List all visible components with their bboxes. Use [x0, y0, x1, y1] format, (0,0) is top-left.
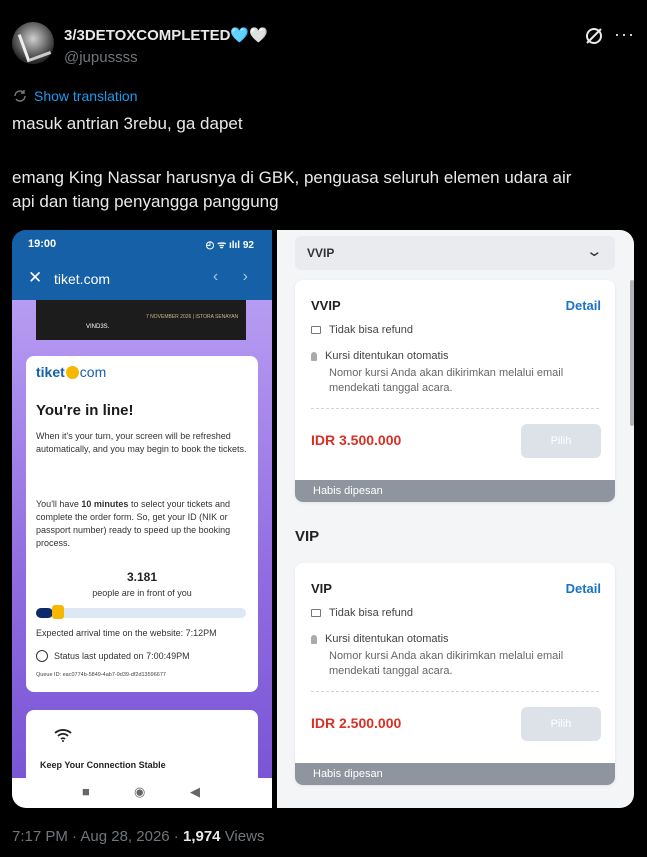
eta-text: Expected arrival time on the website: 7:… — [36, 628, 217, 638]
queue-count: 3.181 — [126, 570, 158, 584]
display-name[interactable]: 3/3DETOXCOMPLETED🩵🤍 — [64, 26, 268, 44]
p2-pre: You'll have — [36, 499, 82, 509]
category-dropdown[interactable]: VVIP ⌄ — [295, 236, 615, 270]
dropdown-value: VVIP — [307, 246, 335, 260]
status-icons: ◴ ᯤ ılıl 92 — [205, 240, 254, 251]
brand-com: com — [79, 364, 107, 380]
refund-text: Tidak bisa refund — [329, 607, 413, 619]
sold-out-banner: Habis dipesan — [295, 480, 615, 502]
tiket-logo: tiket com — [36, 364, 106, 380]
ticket-name: VIP — [311, 581, 332, 596]
event-banner: 7 NOVEMBER 2026 | ISTORA SENAYAN VIND3S. — [36, 300, 246, 340]
ticket-card-vip: VIP Detail Tidak bisa refund Kursi diten… — [295, 563, 615, 785]
status-updated: Status last updated on 7:00:49PM — [36, 650, 190, 662]
browser-bar: ✕ tiket.com ‹ › — [12, 258, 272, 300]
tweet-media[interactable]: 19:00 ◴ ᯤ ılıl 92 ✕ tiket.com ‹ › 7 NOVE… — [12, 230, 634, 808]
more-icon[interactable]: ··· — [614, 24, 635, 45]
tweet-header: 3/3DETOXCOMPLETED🩵🤍 @jupussss ··· — [12, 22, 635, 72]
connection-label: Keep Your Connection Stable — [40, 760, 166, 770]
sold-out-banner: Habis dipesan — [295, 763, 615, 785]
tweet-meta: 7:17 PM · Aug 28, 2026 · 1,974 Views — [12, 828, 265, 845]
queue-title: You're in line! — [36, 402, 134, 419]
seat-text: Kursi ditentukan otomatis — [325, 633, 449, 645]
android-nav-bar: ■ ◉ ◀ — [12, 778, 272, 808]
progress-thumb-icon — [52, 605, 64, 619]
pilih-button[interactable]: Pilih — [521, 424, 601, 458]
queue-id: Queue ID: eac0774b-5849-4ab7-9d39-df2d13… — [36, 672, 166, 678]
queue-count-label: people are in front of you — [92, 588, 192, 598]
phone-screenshot[interactable]: 19:00 ◴ ᯤ ılıl 92 ✕ tiket.com ‹ › 7 NOVE… — [12, 230, 272, 808]
banner-text: 7 NOVEMBER 2026 | ISTORA SENAYAN — [146, 314, 239, 320]
queue-progress-bar — [36, 605, 246, 619]
views-count: 1,974 — [182, 828, 221, 845]
brand-dot-icon — [65, 366, 79, 379]
chevron-down-icon: ⌄ — [585, 243, 604, 260]
seat-subtext: Nomor kursi Anda akan dikirimkan melalui… — [329, 367, 564, 394]
ticket-price: IDR 2.500.000 — [311, 715, 402, 731]
browser-url: tiket.com — [54, 271, 111, 287]
wifi-icon — [54, 728, 72, 745]
user-handle[interactable]: @jupussss — [64, 49, 138, 66]
globe-icon — [36, 650, 48, 662]
display-name-text[interactable]: 3/3DETOXCOMPLETED — [64, 27, 230, 44]
nav-arrows-icon[interactable]: ‹ › — [213, 268, 258, 286]
refund-row: Tidak bisa refund — [311, 324, 413, 336]
detail-link[interactable]: Detail — [566, 298, 601, 313]
back-icon[interactable]: ◀ — [190, 784, 200, 800]
tweet-text-line2: emang King Nassar harusnya di GBK, pengu… — [12, 168, 572, 187]
grok-icon[interactable] — [584, 26, 604, 46]
refund-text: Tidak bisa refund — [329, 324, 413, 336]
banner-logo: VIND3S. — [86, 324, 110, 330]
ticket-name: VVIP — [311, 298, 341, 313]
show-translation-link[interactable]: Show translation — [12, 88, 138, 104]
queue-progress-fill — [36, 608, 53, 618]
no-refund-icon — [311, 609, 321, 617]
recents-icon[interactable]: ■ — [82, 784, 90, 799]
seat-row: Kursi ditentukan otomatis — [311, 633, 449, 645]
close-icon[interactable]: ✕ — [28, 268, 42, 288]
tweet-text-line1: masuk antrian 3rebu, ga dapet — [12, 114, 243, 133]
section-title-vip: VIP — [295, 528, 320, 545]
seat-text: Kursi ditentukan otomatis — [325, 350, 449, 362]
refund-row: Tidak bisa refund — [311, 607, 413, 619]
queue-card: tiket com You're in line! When it's your … — [26, 356, 258, 692]
p2-bold: 10 minutes — [81, 499, 129, 509]
queue-paragraph-1: When it's your turn, your screen will be… — [36, 431, 247, 454]
tweet-text-line3: api dan tiang penyangga panggung — [12, 192, 279, 211]
tweet-time[interactable]: 7:17 PM — [12, 828, 68, 845]
ticket-screenshot[interactable]: VVIP ⌄ VVIP Detail Tidak bisa refund Kur… — [277, 230, 634, 808]
scrollbar[interactable] — [630, 280, 634, 426]
divider — [311, 691, 599, 692]
seat-subtext: Nomor kursi Anda akan dikirimkan melalui… — [329, 650, 564, 677]
status-updated-text: Status last updated on 7:00:49PM — [54, 651, 190, 661]
pilih-button[interactable]: Pilih — [521, 707, 601, 741]
name-emojis: 🩵🤍 — [230, 27, 268, 44]
seat-icon — [311, 351, 317, 361]
seat-row: Kursi ditentukan otomatis — [311, 350, 449, 362]
detail-link[interactable]: Detail — [566, 581, 601, 596]
avatar[interactable] — [12, 22, 54, 64]
brand-tiket: tiket — [36, 364, 65, 380]
ticket-card-vvip: VVIP Detail Tidak bisa refund Kursi dite… — [295, 280, 615, 502]
divider — [311, 408, 599, 409]
seat-icon — [311, 634, 317, 644]
status-time: 19:00 — [28, 238, 57, 250]
ticket-price: IDR 3.500.000 — [311, 432, 402, 448]
no-refund-icon — [311, 326, 321, 334]
home-icon[interactable]: ◉ — [134, 784, 145, 800]
translate-icon — [14, 90, 26, 102]
status-bar: 19:00 ◴ ᯤ ılıl 92 — [12, 230, 272, 258]
queue-paragraph-2: You'll have 10 minutes to select your ti… — [36, 498, 248, 550]
views-label: Views — [224, 828, 265, 845]
tweet-date[interactable]: Aug 28, 2026 — [80, 828, 169, 845]
show-translation-label[interactable]: Show translation — [34, 88, 138, 104]
